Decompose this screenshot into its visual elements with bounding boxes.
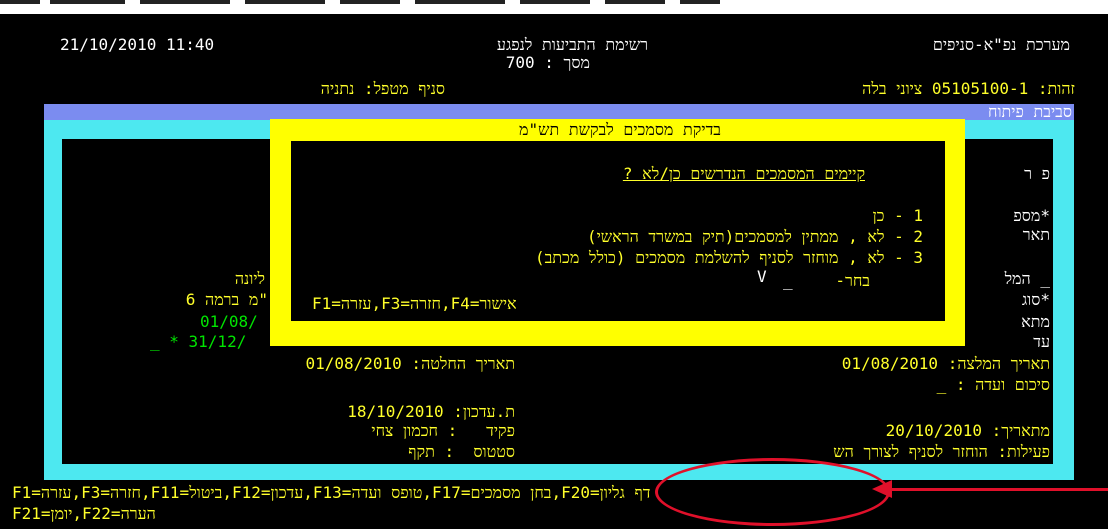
decision-date: תאריך החלטה: 01/08/2010: [305, 354, 515, 373]
annotation-arrow-shaft: [888, 488, 1108, 491]
value-liyona: ליונה: [234, 269, 265, 288]
datetime: 21/10/2010 11:40: [60, 35, 215, 54]
top-strip-segment: [140, 0, 230, 4]
label-sug: *סוג: [1021, 290, 1050, 309]
top-strip-segment: [415, 0, 505, 4]
label-mispar: *מספ: [1013, 206, 1050, 225]
from-date: מתאריך: 20/10/2010: [885, 421, 1050, 440]
option-yes[interactable]: 1 - כן: [560, 207, 923, 225]
dialog-title: בדיקת מסמכים לבקשת תש"מ: [519, 120, 721, 139]
recommendation-date: תאריך המלצה: 01/08/2010: [841, 354, 1050, 373]
committee-summary[interactable]: סיכום ועדה : _: [800, 376, 1050, 394]
choice-label: בחר-: [835, 271, 870, 290]
branch-line: סניף מטפל: נתניה: [320, 79, 445, 98]
dialog-question: קיימים המסמכים הנדרשים כן/לא ?: [622, 164, 865, 183]
function-keys-line-2: F21=יומן,F22=הערה: [12, 504, 156, 523]
window-frame-bottom: [44, 464, 1074, 480]
dialog-function-keys: F1=עזרה,F3=חזרה,F4=אישור: [312, 294, 517, 313]
screen-number: מסך : 700: [505, 53, 590, 72]
annotation-arrow-head: [872, 480, 892, 498]
mouse-cursor: V: [757, 267, 767, 286]
top-strip: [0, 0, 1108, 14]
function-keys-line-1: F1=עזרה,F3=חזרה,F11=ביטול,F12=עדכון,F13=…: [12, 483, 651, 502]
value-date-to[interactable]: _ * 31/12/: [150, 333, 270, 351]
value-date-from: 01/08/: [200, 312, 258, 331]
label-pr: פ ר: [1024, 164, 1050, 183]
label-ad: עד: [1033, 332, 1050, 351]
option-waiting-documents[interactable]: 2 - לא , ממתין למסמכים(תיק במשרד הראשי): [400, 228, 923, 246]
label-mata: מתא: [1021, 312, 1050, 331]
value-ramah: "מ ברמה 6: [185, 290, 268, 309]
top-strip-segment: [340, 0, 400, 4]
clerk: פקיד : חכמון צחי: [371, 421, 515, 440]
top-strip-segment: [0, 0, 40, 4]
label-toar: תאר: [1022, 225, 1050, 244]
option-return-to-branch[interactable]: 3 - לא , מוחזר לסניף להשלמת מסמכים (כולל…: [310, 249, 923, 267]
top-strip-segment: [605, 0, 665, 4]
top-strip-segment: [50, 0, 125, 4]
top-strip-segment: [520, 0, 590, 4]
top-strip-segment: [680, 0, 720, 4]
top-strip-segment: [245, 0, 325, 4]
id-line: זהות: 05105100-1 ציוני בלה: [862, 79, 1075, 98]
activity: פעילות: הוחזר לסניף לצורך הש: [833, 442, 1050, 461]
highlight-ellipse: [655, 458, 890, 526]
update-date: ת.עדכון: 18/10/2010: [347, 402, 515, 421]
screen-title: רשימת התביעות לנפגע: [496, 35, 648, 54]
window-frame-left: [44, 120, 62, 480]
status: סטטוס : תקף: [408, 442, 515, 461]
window-frame-right: [1053, 120, 1074, 480]
label-hamal: _ המל: [1004, 269, 1050, 288]
system-title: מערכת נפ"א-סניפים: [932, 35, 1070, 54]
choice-input[interactable]: _: [783, 272, 798, 290]
